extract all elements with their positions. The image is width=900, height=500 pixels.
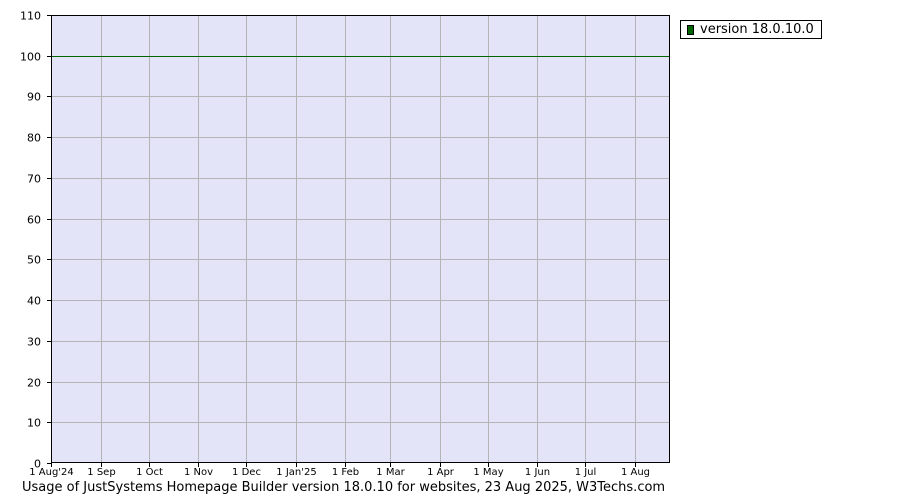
x-tick-label: 1 Jul bbox=[575, 467, 597, 478]
x-axis-labels: 1 Aug'24 1 Sep 1 Oct 1 Nov 1 Dec 1 Jan'25 1 Fe… bbox=[29, 467, 650, 478]
y-tick-label: 40 bbox=[27, 295, 41, 308]
chart-caption: Usage of JustSystems Homepage Builder ve… bbox=[22, 480, 666, 495]
plot-area bbox=[51, 15, 670, 463]
x-tick-label: 1 Dec bbox=[232, 467, 261, 478]
y-tick-label: 100 bbox=[20, 51, 41, 64]
y-tick-label: 80 bbox=[27, 132, 41, 145]
y-tick-label: 70 bbox=[27, 173, 41, 186]
y-tick-label: 60 bbox=[27, 214, 41, 227]
y-tick-label: 10 bbox=[27, 417, 41, 430]
y-tick-label: 90 bbox=[27, 91, 41, 104]
y-tick-label: 110 bbox=[20, 10, 41, 23]
y-tick-label: 20 bbox=[27, 377, 41, 390]
y-axis-labels: 0102030405060708090100110 bbox=[20, 10, 41, 471]
y-tick-label: 50 bbox=[27, 254, 41, 267]
x-tick-label: 1 Mar bbox=[376, 467, 405, 478]
legend-label: version 18.0.10.0 bbox=[700, 22, 814, 37]
x-tick-label: 1 Aug'24 bbox=[29, 467, 74, 478]
x-tick-label: 1 Nov bbox=[184, 467, 213, 478]
x-tick-label: 1 Aug bbox=[621, 467, 650, 478]
legend-swatch bbox=[687, 24, 694, 35]
x-tick-label: 1 Jun bbox=[525, 467, 550, 478]
x-tick-label: 1 May bbox=[473, 467, 503, 478]
x-tick-label: 1 Oct bbox=[136, 467, 163, 478]
x-tick-label: 1 Sep bbox=[87, 467, 115, 478]
chart: 0102030405060708090100110 1 Aug'24 1 Sep 1… bbox=[20, 10, 670, 478]
x-tick-label: 1 Apr bbox=[427, 467, 455, 478]
x-tick-label: 1 Feb bbox=[332, 467, 359, 478]
x-tick-label: 1 Jan'25 bbox=[276, 467, 316, 478]
legend: version 18.0.10.0 bbox=[680, 20, 822, 39]
y-tick-label: 30 bbox=[27, 336, 41, 349]
